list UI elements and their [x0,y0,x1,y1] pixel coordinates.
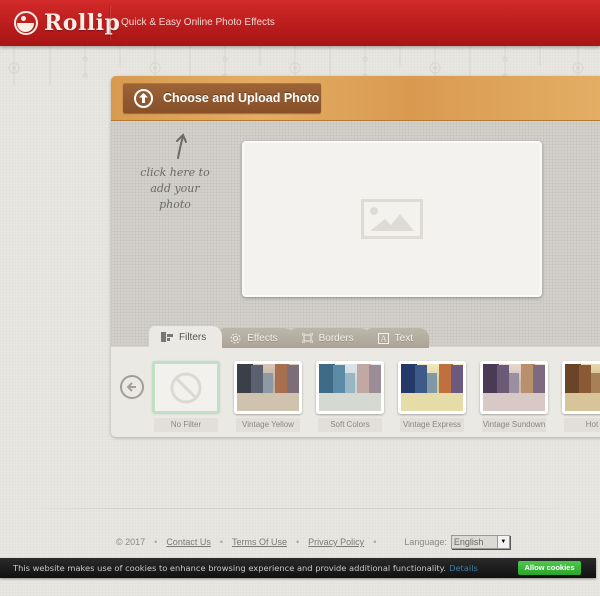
tagline: Quick & Easy Online Photo Effects [121,17,275,28]
previous-filters-button[interactable] [120,375,144,399]
tab-filters[interactable]: Filters [149,326,223,348]
filter-thumbnail [562,361,600,414]
tab-text[interactable]: A Text [365,328,429,348]
filter-thumbnail [152,361,220,414]
filter-vintage-express[interactable]: Vintage Express [398,361,466,432]
filters-strip: No Filter Vintage Yellow Soft Colors Vin… [111,346,600,437]
filter-thumbnail [316,361,384,414]
hint-line-2: add your photo [150,182,200,211]
filter-no-filter[interactable]: No Filter [152,361,220,432]
header-divider [109,6,110,40]
tab-effects[interactable]: Effects [218,328,294,348]
upload-toolbar: Choose and Upload Photo [111,76,600,121]
filter-thumbnail [234,361,302,414]
language-label: Language: [404,537,447,547]
site-footer: © 2017 • Contact Us • Terms Of Use • Pri… [116,535,510,549]
image-placeholder-icon [361,199,423,239]
hint-text: click here to add your photo [135,165,215,213]
dropdown-arrow-icon: ▼ [496,536,509,548]
contact-us-link[interactable]: Contact Us [166,537,211,547]
tab-filters-label: Filters [179,331,207,343]
tab-text-label: Text [394,332,413,344]
no-filter-icon [170,372,202,403]
filter-label: Hot D [564,418,600,432]
filter-thumbnail [398,361,466,414]
privacy-policy-link[interactable]: Privacy Policy [308,537,364,547]
logo-camera-icon [14,11,38,35]
filters-icon [161,332,173,342]
filter-vintage-sundown[interactable]: Vintage Sundown [480,361,548,432]
street-photo [483,364,545,411]
text-icon: A [377,332,389,344]
separator-dot: • [373,537,377,547]
svg-text:A: A [379,334,386,343]
separator-dot: • [296,537,300,547]
filter-hot-d[interactable]: Hot D [562,361,600,432]
separator-dot: • [219,537,223,547]
street-photo [565,364,600,411]
filter-thumbnail [480,361,548,414]
photo-canvas-area[interactable]: click here to add your photo [111,121,600,346]
borders-icon [301,333,313,343]
hint-arrow-icon [176,133,187,159]
tab-borders[interactable]: Borders [289,328,370,348]
filter-soft-colors[interactable]: Soft Colors [316,361,384,432]
arrow-left-icon [127,382,136,392]
separator-dot: • [154,537,158,547]
logo[interactable]: Rollip [14,9,120,37]
cookie-banner: This website makes use of cookies to enh… [0,558,596,578]
choose-upload-photo-button[interactable]: Choose and Upload Photo [123,83,321,113]
street-photo [401,364,463,411]
allow-cookies-button[interactable]: Allow cookies [518,561,581,575]
terms-of-use-link[interactable]: Terms Of Use [232,537,287,547]
footer-divider [20,508,580,509]
language-value: English [453,537,484,547]
filter-label: No Filter [154,418,218,432]
filter-label: Soft Colors [318,418,382,432]
upload-button-label: Choose and Upload Photo [163,91,320,105]
filter-label: Vintage Sundown [482,418,546,432]
cookie-details-link[interactable]: Details [449,563,478,573]
effects-icon [230,333,241,344]
photo-placeholder[interactable] [242,141,542,297]
language-select[interactable]: English ▼ [450,535,510,549]
editor-panel: Choose and Upload Photo click here to ad… [111,76,600,437]
street-photo [319,364,381,411]
editor-tabs: Filters Effects Borders A Text [149,326,429,348]
tab-borders-label: Borders [318,332,354,344]
copyright: © 2017 [116,537,146,547]
filter-label: Vintage Yellow [236,418,300,432]
filter-label: Vintage Express [400,418,464,432]
street-photo [237,364,299,411]
filter-vintage-yellow[interactable]: Vintage Yellow [234,361,302,432]
upload-arrow-icon [134,88,153,108]
hint-line-1: click here to [140,166,210,179]
site-header: Rollip Quick & Easy Online Photo Effects [0,0,600,46]
cookie-message: This website makes use of cookies to enh… [13,563,447,573]
tab-effects-label: Effects [247,332,278,344]
